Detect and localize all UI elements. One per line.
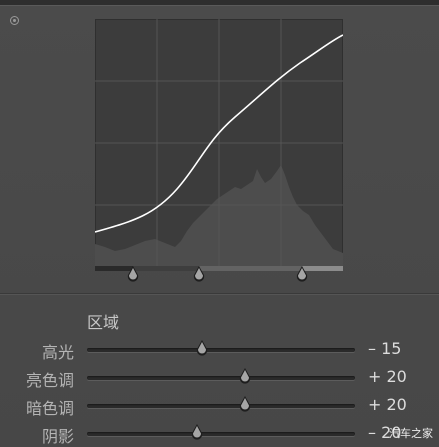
darks-value[interactable]: + 20 [368, 395, 428, 414]
tone-curve-svg [95, 19, 343, 266]
slider-row-shadows: 阴影 – 20 [0, 423, 439, 447]
lights-slider-thumb[interactable] [238, 368, 252, 384]
shadows-slider-thumb[interactable] [190, 424, 204, 440]
slider-label: 亮色调 [25, 371, 74, 390]
shadows-split-handle[interactable] [126, 266, 140, 282]
slider-row-lights: 亮色调 + 20 [0, 367, 439, 391]
panel-top-divider [0, 5, 439, 6]
target-adjust-icon[interactable] [10, 16, 19, 25]
highlights-slider-thumb[interactable] [195, 340, 209, 356]
highlights-slider-track[interactable] [87, 348, 355, 352]
darks-slider-track[interactable] [87, 404, 355, 408]
darks-slider-thumb[interactable] [238, 396, 252, 412]
slider-label: 阴影 [41, 427, 74, 446]
slider-label: 暗色调 [25, 399, 74, 418]
region-section-title: 区域 [87, 313, 120, 332]
highlights-split-handle[interactable] [295, 266, 309, 282]
darks-range [133, 266, 199, 271]
slider-label: 高光 [41, 343, 74, 362]
lights-slider-track[interactable] [87, 376, 355, 380]
shadows-slider-track[interactable] [87, 432, 355, 436]
tone-curve-panel: 区域 高光 – 15 亮色调 + 20 暗色调 + 20 阴影 – 20 汽车之… [0, 0, 439, 447]
lights-value[interactable]: + 20 [368, 367, 428, 386]
slider-row-highlights: 高光 – 15 [0, 339, 439, 363]
section-divider-highlight [0, 294, 439, 295]
tone-curve-graph[interactable] [95, 19, 343, 266]
midtones-split-handle[interactable] [192, 266, 206, 282]
highlights-value[interactable]: – 15 [368, 339, 428, 358]
lights-range [199, 266, 302, 271]
watermark-text: 汽车之家 [389, 427, 433, 440]
slider-row-darks: 暗色调 + 20 [0, 395, 439, 419]
